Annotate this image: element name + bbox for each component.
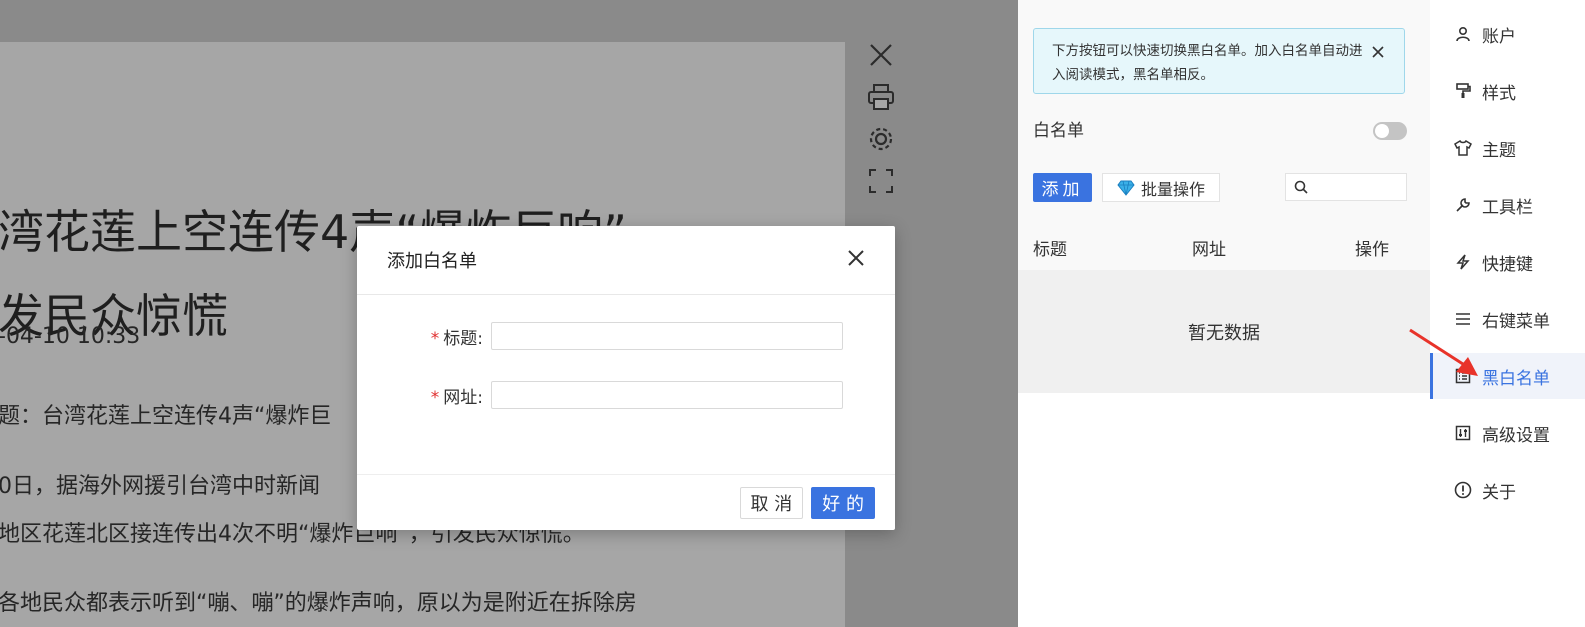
close-icon[interactable] <box>847 248 865 273</box>
fullscreen-icon[interactable] <box>864 164 898 198</box>
notice-text: 下方按钮可以快速切换黑白名单。加入白名单自动进入阅读模式，黑名单相反。 <box>1052 43 1363 83</box>
empty-text: 暂无数据 <box>1188 322 1260 344</box>
nav-item-label: 关于 <box>1482 482 1516 503</box>
batch-operation-button[interactable]: 批量操作 <box>1102 173 1220 202</box>
shirt-icon <box>1454 139 1472 157</box>
nav-item-label: 账户 <box>1482 26 1516 47</box>
url-field-label: * 网址: <box>417 383 483 408</box>
whitelist-toggle[interactable] <box>1373 122 1407 140</box>
column-header-actions: 操作 <box>1355 239 1389 260</box>
nav-item-label: 主题 <box>1482 140 1516 161</box>
search-icon <box>1294 180 1308 194</box>
nav-item-advanced-settings[interactable]: 高级设置 <box>1430 410 1585 456</box>
article-paragraph: 各地民众都表示听到“嘣、嘣”的爆炸声响，原以为是附近在拆除房 <box>0 591 637 616</box>
nav-item-label: 黑白名单 <box>1482 368 1550 389</box>
print-icon[interactable] <box>864 80 898 114</box>
info-notice: 下方按钮可以快速切换黑白名单。加入白名单自动进入阅读模式，黑名单相反。 <box>1033 28 1405 94</box>
paint-roller-icon <box>1454 82 1472 100</box>
article-date: -04-10 10:33 <box>0 324 141 349</box>
ok-button[interactable]: 好 的 <box>811 486 875 519</box>
cancel-button[interactable]: 取 消 <box>739 486 804 519</box>
empty-table: 暂无数据 <box>1018 270 1430 393</box>
title-form-row: * 标题: <box>417 322 843 350</box>
title-field[interactable] <box>491 322 843 350</box>
dialog-title: 添加白名单 <box>387 251 477 272</box>
table-header: 标题 网址 操作 <box>1018 225 1430 269</box>
required-mark: * <box>430 328 440 349</box>
info-icon <box>1454 481 1472 499</box>
required-mark: * <box>430 387 440 408</box>
column-header-title: 标题 <box>1033 239 1067 260</box>
column-header-url: 网址 <box>1192 239 1226 260</box>
user-icon <box>1454 25 1472 43</box>
lightning-icon <box>1454 253 1472 271</box>
dialog-footer: 取 消 好 的 <box>357 474 895 530</box>
nav-item-toolbar[interactable]: 工具栏 <box>1430 182 1585 228</box>
reader-toolbar <box>858 38 904 206</box>
nav-item-label: 高级设置 <box>1482 425 1550 446</box>
close-icon[interactable] <box>864 38 898 72</box>
search-input[interactable] <box>1314 178 1398 196</box>
wrench-icon <box>1454 196 1472 214</box>
diamond-icon <box>1117 180 1135 196</box>
article-paragraph: 题：台湾花莲上空连传4声“爆炸巨 <box>0 404 332 429</box>
annotation-arrow-icon <box>1409 328 1478 376</box>
settings-nav: 账户 样式 主题 工具栏 快捷键 右键菜单 黑白名单 高级设置 关于 <box>1430 0 1585 627</box>
url-form-row: * 网址: <box>417 381 843 409</box>
close-icon[interactable] <box>1372 41 1384 65</box>
batch-operation-label: 批量操作 <box>1140 179 1205 199</box>
nav-item-style[interactable]: 样式 <box>1430 68 1585 114</box>
add-button[interactable]: 添加 <box>1033 173 1092 202</box>
blacklist-whitelist-panel: 下方按钮可以快速切换黑白名单。加入白名单自动进入阅读模式，黑名单相反。 白名单 … <box>1018 0 1430 627</box>
gear-icon[interactable] <box>864 122 898 156</box>
whitelist-label: 白名单 <box>1033 121 1084 141</box>
panel-blank-area <box>1018 393 1430 627</box>
nav-item-label: 工具栏 <box>1482 197 1533 218</box>
sliders-icon <box>1454 424 1472 442</box>
title-field-label: * 标题: <box>417 324 483 349</box>
nav-item-account[interactable]: 账户 <box>1430 11 1585 57</box>
title-label-text: 标题: <box>443 328 483 349</box>
nav-item-label: 样式 <box>1482 83 1516 104</box>
url-label-text: 网址: <box>443 387 483 408</box>
menu-lines-icon <box>1454 310 1472 328</box>
nav-item-label: 右键菜单 <box>1482 311 1550 332</box>
dialog-header: 添加白名单 <box>357 226 895 295</box>
nav-item-shortcuts[interactable]: 快捷键 <box>1430 239 1585 285</box>
nav-item-theme[interactable]: 主题 <box>1430 125 1585 171</box>
search-box <box>1285 173 1407 201</box>
article-paragraph: 0日，据海外网援引台湾中时新闻 <box>0 474 320 499</box>
nav-item-label: 快捷键 <box>1482 254 1533 275</box>
add-whitelist-dialog: 添加白名单 * 标题: * 网址: 取 消 好 的 <box>357 226 895 530</box>
url-field[interactable] <box>491 381 843 409</box>
nav-item-about[interactable]: 关于 <box>1430 467 1585 513</box>
